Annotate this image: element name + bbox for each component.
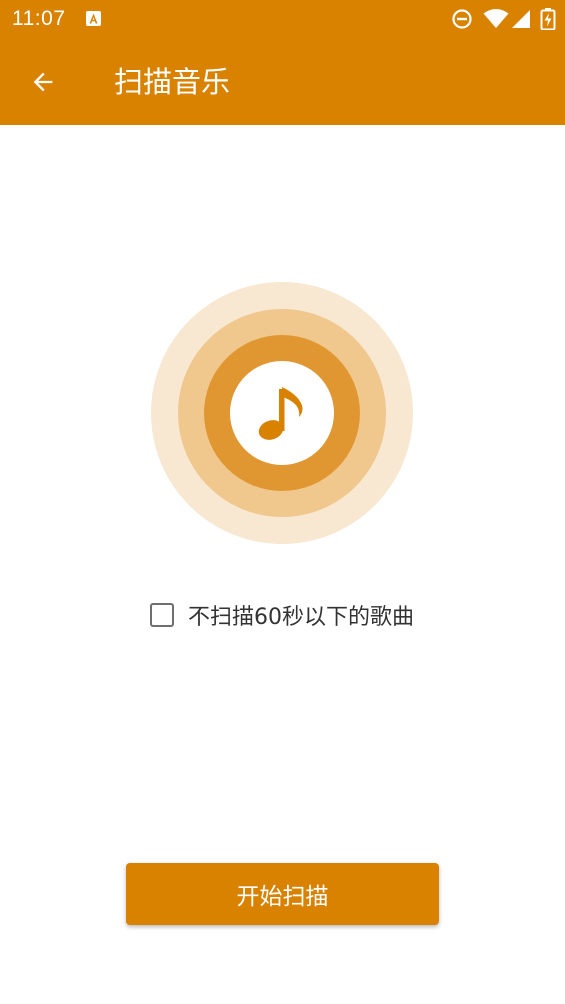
app-bar: 扫描音乐 — [0, 38, 565, 125]
back-button[interactable] — [18, 58, 68, 106]
status-time: 11:07 — [12, 7, 66, 30]
wifi-icon — [483, 9, 509, 28]
notification-a-icon — [86, 11, 101, 26]
signal-icon — [512, 10, 530, 28]
do-not-disturb-icon — [452, 9, 472, 29]
filter-checkbox-row[interactable]: 不扫描60秒以下的歌曲 — [146, 596, 414, 634]
ring-center — [230, 361, 334, 465]
status-bar: 11:07 — [0, 0, 565, 38]
filter-checkbox[interactable] — [150, 603, 174, 627]
filter-label: 不扫描60秒以下的歌曲 — [188, 605, 414, 630]
battery-charging-icon — [540, 8, 556, 30]
arrow-left-icon — [33, 72, 53, 92]
start-scan-button[interactable]: 开始扫描 — [126, 863, 439, 925]
music-note-icon — [258, 387, 303, 440]
page-title: 扫描音乐 — [114, 65, 231, 99]
scan-graphic — [151, 282, 413, 544]
